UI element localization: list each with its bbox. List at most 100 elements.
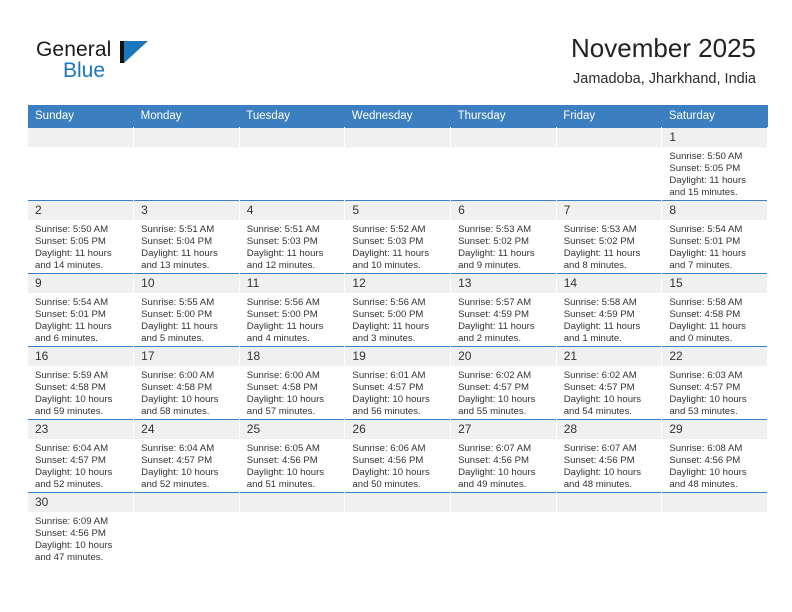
calendar-day-cell[interactable]: 20 Sunrise: 6:02 AM Sunset: 4:57 PM Dayligh… xyxy=(450,346,557,420)
calendar-day-cell[interactable]: 1 Sunrise: 5:50 AM Sunset: 5:05 PM Daylight… xyxy=(661,127,768,201)
day-info: Sunrise: 5:51 AM Sunset: 5:04 PM Daylight:… xyxy=(134,220,238,272)
sunrise-text: Sunrise: 5:54 AM xyxy=(35,297,109,308)
calendar-day-cell[interactable]: 28 Sunrise: 6:07 AM Sunset: 4:56 PM Dayligh… xyxy=(556,419,663,493)
calendar-day-cell[interactable]: 22 Sunrise: 6:03 AM Sunset: 4:57 PM Dayligh… xyxy=(661,346,768,420)
calendar-day-cell[interactable]: 11 Sunrise: 5:56 AM Sunset: 5:00 PM Dayligh… xyxy=(239,273,346,347)
calendar-day-cell[interactable]: 3 Sunrise: 5:51 AM Sunset: 5:04 PM Daylight… xyxy=(133,200,240,274)
sunrise-text: Sunrise: 5:55 AM xyxy=(141,297,215,308)
day-number: 17 xyxy=(134,347,239,366)
calendar-day-cell[interactable]: 5 Sunrise: 5:52 AM Sunset: 5:03 PM Daylight… xyxy=(344,200,452,274)
weekday-header-monday: Monday xyxy=(133,105,240,128)
day-info: Sunrise: 5:56 AM Sunset: 5:00 PM Daylight:… xyxy=(240,293,344,345)
sunset-text: Sunset: 4:57 PM xyxy=(563,382,635,394)
sunset-text: Sunset: 5:03 PM xyxy=(246,236,318,248)
day-number: 6 xyxy=(451,201,556,220)
daylight-text: Daylight: 10 hours and 51 minutes. xyxy=(246,467,325,491)
daylight-text: Daylight: 10 hours and 57 minutes. xyxy=(246,394,325,418)
calendar-day-cell[interactable]: 14 Sunrise: 5:58 AM Sunset: 4:59 PM Dayligh… xyxy=(556,273,663,347)
sunrise-text: Sunrise: 5:54 AM xyxy=(669,224,743,235)
sunrise-text: Sunrise: 5:52 AM xyxy=(352,224,426,235)
day-number: 21 xyxy=(556,347,661,366)
calendar-day-cell[interactable]: 26 Sunrise: 6:06 AM Sunset: 4:56 PM Dayligh… xyxy=(344,419,452,493)
sunrise-text: Sunrise: 6:04 AM xyxy=(35,443,109,454)
daylight-text: Daylight: 11 hours and 0 minutes. xyxy=(669,321,746,345)
day-info: Sunrise: 6:01 AM Sunset: 4:57 PM Daylight:… xyxy=(345,366,449,418)
calendar-day-cell[interactable]: 15 Sunrise: 5:58 AM Sunset: 4:58 PM Dayligh… xyxy=(661,273,768,347)
sunset-text: Sunset: 5:05 PM xyxy=(669,163,741,175)
day-number: 4 xyxy=(239,201,344,220)
daylight-text: Daylight: 10 hours and 48 minutes. xyxy=(669,467,747,491)
calendar-day-cell[interactable]: 24 Sunrise: 6:04 AM Sunset: 4:57 PM Dayligh… xyxy=(133,419,240,493)
calendar-day-cell[interactable]: 25 Sunrise: 6:05 AM Sunset: 4:56 PM Dayligh… xyxy=(239,419,346,493)
calendar-empty-cell xyxy=(133,492,240,565)
calendar-day-cell[interactable]: 2 Sunrise: 5:50 AM Sunset: 5:05 PM Daylight… xyxy=(28,200,135,274)
sunrise-text: Sunrise: 6:06 AM xyxy=(352,443,426,454)
brand-word-blue: Blue xyxy=(63,59,106,82)
calendar-day-cell[interactable]: 8 Sunrise: 5:54 AM Sunset: 5:01 PM Daylight… xyxy=(661,200,768,274)
calendar-day-cell[interactable]: 27 Sunrise: 6:07 AM Sunset: 4:56 PM Dayligh… xyxy=(450,419,557,493)
calendar-day-cell[interactable]: 23 Sunrise: 6:04 AM Sunset: 4:57 PM Dayligh… xyxy=(28,419,135,493)
calendar-day-cell[interactable]: 10 Sunrise: 5:55 AM Sunset: 5:00 PM Dayligh… xyxy=(133,273,240,347)
sunset-text: Sunset: 5:05 PM xyxy=(35,236,106,248)
day-info: Sunrise: 5:55 AM Sunset: 5:00 PM Daylight:… xyxy=(134,293,238,345)
weekday-header-thursday: Thursday xyxy=(450,105,557,128)
day-number xyxy=(556,128,661,147)
daylight-text: Daylight: 11 hours and 5 minutes. xyxy=(141,321,218,345)
sunset-text: Sunset: 4:56 PM xyxy=(246,455,318,467)
day-info: Sunrise: 6:00 AM Sunset: 4:58 PM Daylight:… xyxy=(134,366,238,418)
calendar-empty-cell xyxy=(556,127,663,201)
sunset-text: Sunset: 4:57 PM xyxy=(352,382,424,394)
calendar-day-cell[interactable]: 16 Sunrise: 5:59 AM Sunset: 4:58 PM Dayligh… xyxy=(28,346,135,420)
sunset-text: Sunset: 5:04 PM xyxy=(141,236,213,248)
sunrise-text: Sunrise: 5:51 AM xyxy=(141,224,215,235)
daylight-text: Daylight: 11 hours and 12 minutes. xyxy=(246,248,324,272)
calendar-day-cell[interactable]: 7 Sunrise: 5:53 AM Sunset: 5:02 PM Daylight… xyxy=(556,200,663,274)
sunset-text: Sunset: 4:57 PM xyxy=(141,455,213,467)
day-number: 29 xyxy=(662,420,767,439)
calendar-day-cell[interactable]: 9 Sunrise: 5:54 AM Sunset: 5:01 PM Daylight… xyxy=(28,273,135,347)
daylight-text: Daylight: 11 hours and 2 minutes. xyxy=(458,321,535,345)
calendar-day-cell[interactable]: 18 Sunrise: 6:00 AM Sunset: 4:58 PM Dayligh… xyxy=(239,346,346,420)
sunrise-text: Sunrise: 6:07 AM xyxy=(563,443,637,454)
day-number xyxy=(239,493,344,512)
daylight-text: Daylight: 10 hours and 50 minutes. xyxy=(352,467,430,491)
sunset-text: Sunset: 4:56 PM xyxy=(563,455,635,467)
day-number: 30 xyxy=(28,493,133,512)
day-number: 2 xyxy=(28,201,133,220)
sunrise-text: Sunrise: 5:53 AM xyxy=(458,224,532,235)
calendar-day-cell[interactable]: 21 Sunrise: 6:02 AM Sunset: 4:57 PM Dayligh… xyxy=(556,346,663,420)
daylight-text: Daylight: 10 hours and 55 minutes. xyxy=(458,394,536,418)
day-info: Sunrise: 5:54 AM Sunset: 5:01 PM Daylight:… xyxy=(662,220,766,272)
sunrise-text: Sunrise: 5:50 AM xyxy=(669,151,743,162)
weekday-header-wednesday: Wednesday xyxy=(344,105,451,128)
calendar-day-cell[interactable]: 6 Sunrise: 5:53 AM Sunset: 5:02 PM Daylight… xyxy=(450,200,557,274)
day-info: Sunrise: 6:06 AM Sunset: 4:56 PM Daylight:… xyxy=(345,439,449,491)
day-number: 1 xyxy=(662,128,767,147)
calendar-day-cell[interactable]: 29 Sunrise: 6:08 AM Sunset: 4:56 PM Dayligh… xyxy=(661,419,768,493)
calendar-day-cell[interactable]: 19 Sunrise: 6:01 AM Sunset: 4:57 PM Dayligh… xyxy=(344,346,452,420)
daylight-text: Daylight: 11 hours and 3 minutes. xyxy=(352,321,430,345)
day-number xyxy=(345,128,450,147)
day-info: Sunrise: 5:53 AM Sunset: 5:02 PM Daylight:… xyxy=(557,220,661,272)
day-info: Sunrise: 5:54 AM Sunset: 5:01 PM Daylight:… xyxy=(28,293,133,345)
day-info: Sunrise: 6:00 AM Sunset: 4:58 PM Daylight:… xyxy=(240,366,344,418)
daylight-text: Daylight: 10 hours and 53 minutes. xyxy=(669,394,747,418)
day-number: 23 xyxy=(28,420,133,439)
calendar-day-cell[interactable]: 17 Sunrise: 6:00 AM Sunset: 4:58 PM Dayligh… xyxy=(133,346,240,420)
calendar-header-row: Sunday Monday Tuesday Wednesday Thursday… xyxy=(28,105,768,128)
day-info: Sunrise: 5:50 AM Sunset: 5:05 PM Daylight:… xyxy=(662,147,766,199)
sunset-text: Sunset: 4:56 PM xyxy=(458,455,529,467)
brand-logo[interactable]: General Blue xyxy=(36,38,226,94)
calendar-week-row: 23 Sunrise: 6:04 AM Sunset: 4:57 PM Dayligh… xyxy=(28,419,768,493)
day-number xyxy=(345,493,450,512)
sunrise-text: Sunrise: 6:03 AM xyxy=(669,370,743,381)
calendar-day-cell[interactable]: 4 Sunrise: 5:51 AM Sunset: 5:03 PM Daylight… xyxy=(239,200,346,274)
calendar-day-cell[interactable]: 12 Sunrise: 5:56 AM Sunset: 5:00 PM Dayligh… xyxy=(344,273,452,347)
calendar-day-cell[interactable]: 13 Sunrise: 5:57 AM Sunset: 4:59 PM Dayligh… xyxy=(450,273,557,347)
sunrise-text: Sunrise: 5:50 AM xyxy=(35,224,109,235)
daylight-text: Daylight: 11 hours and 13 minutes. xyxy=(141,248,218,272)
calendar-week-row: 2 Sunrise: 5:50 AM Sunset: 5:05 PM Daylight… xyxy=(28,200,768,274)
triangle-flag-icon xyxy=(124,41,148,63)
day-number: 5 xyxy=(345,201,450,220)
calendar-day-cell[interactable]: 30 Sunrise: 6:09 AM Sunset: 4:56 PM Dayligh… xyxy=(28,492,135,565)
